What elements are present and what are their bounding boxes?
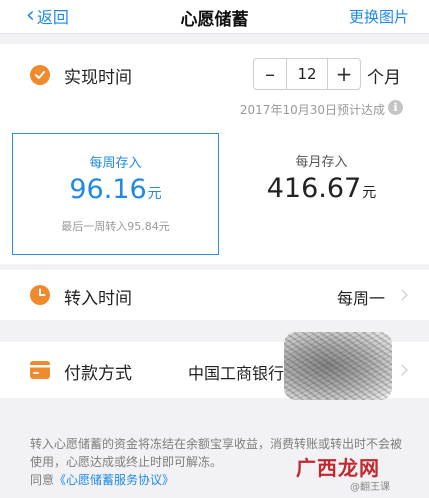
chevron-right-icon	[396, 364, 408, 376]
months-unit: 个月	[367, 68, 401, 88]
weekly-plan-amount-group: 96.16元	[13, 174, 218, 205]
months-value[interactable]: 12	[286, 59, 328, 89]
clock-icon	[30, 285, 50, 309]
payment-method-value: 中国工商银行	[188, 364, 285, 383]
service-agreement-link[interactable]: 《心愿储蓄服务协议》	[54, 473, 174, 487]
weekly-last-transfer-note: 最后一周转入95.84元	[61, 220, 170, 233]
monthly-plan-unit: 元	[362, 185, 377, 201]
transfer-time-value: 每周一	[336, 289, 385, 308]
check-circle-icon	[30, 65, 50, 85]
transfer-time-row[interactable]: 转入时间 每周一	[0, 270, 429, 320]
increment-button[interactable]: +	[328, 59, 360, 89]
weekly-plan-amount: 96.16	[69, 174, 147, 205]
weekly-plan-label: 每周存入	[89, 156, 142, 171]
monthly-plan-option[interactable]: 每月存入 416.67元	[219, 133, 424, 255]
info-icon[interactable]: i	[388, 100, 403, 115]
watermark-author: @翻王课	[350, 482, 390, 493]
weekly-plan-option[interactable]: 每周存入 96.16元 最后一周转入95.84元	[12, 133, 219, 255]
agree-prefix: 同意	[30, 473, 55, 487]
chevron-right-icon	[396, 289, 408, 301]
realize-time-label: 实现时间	[64, 68, 132, 88]
monthly-plan-amount: 416.67	[266, 173, 362, 204]
nav-bar: ‹ 返回 心愿储蓄 更换图片	[0, 0, 429, 34]
watermark-text: 广西龙网	[296, 456, 380, 480]
card-icon	[30, 360, 50, 384]
decrement-button[interactable]: –	[254, 59, 286, 89]
transfer-time-label: 转入时间	[64, 289, 132, 309]
change-image-button[interactable]: 更换图片	[349, 6, 409, 27]
weekly-plan-unit: 元	[147, 186, 162, 202]
months-stepper: – 12 +	[253, 58, 361, 90]
redaction-scribble	[284, 332, 392, 400]
estimated-date: 2017年10月30日预计达成	[239, 103, 385, 117]
payment-method-label: 付款方式	[64, 364, 132, 384]
monthly-plan-label: 每月存入	[295, 155, 348, 170]
monthly-plan-amount-group: 416.67元	[219, 173, 424, 204]
